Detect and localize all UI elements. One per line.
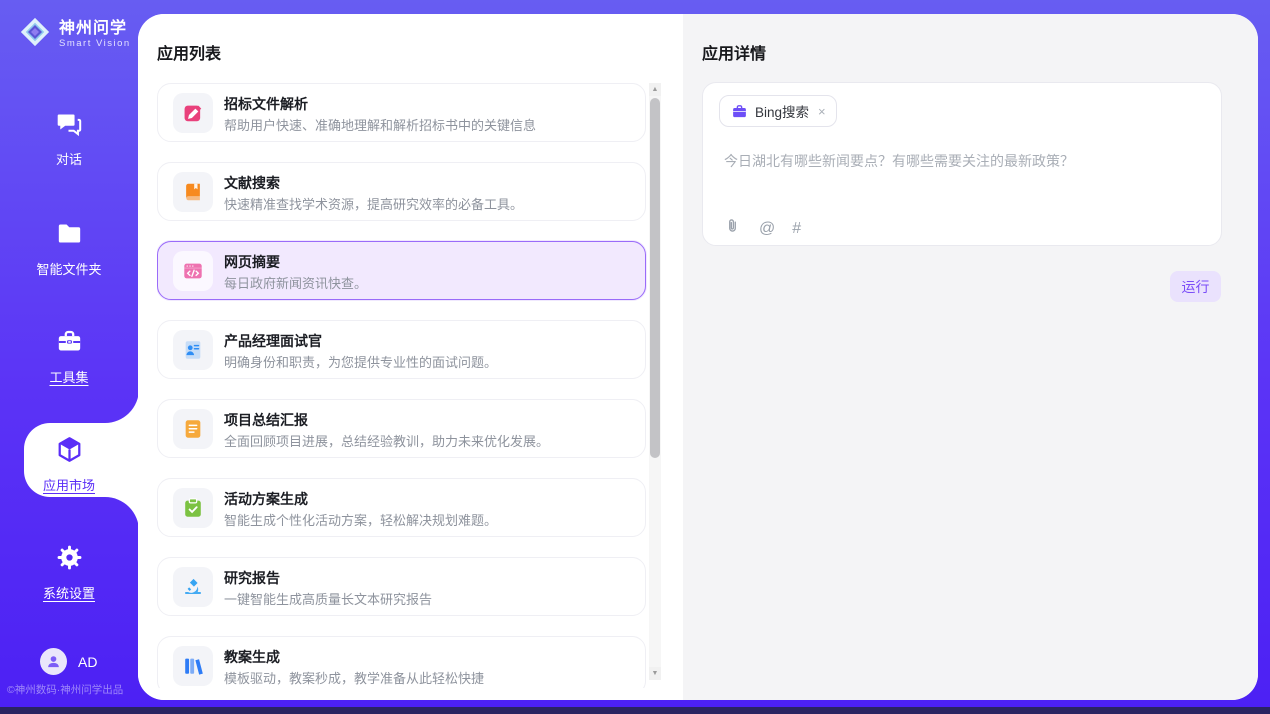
app-card[interactable]: 文献搜索 快速精准查找学术资源，提高研究效率的必备工具。 xyxy=(157,162,646,221)
app-card-description: 一键智能生成高质量长文本研究报告 xyxy=(224,589,432,608)
app-card-description: 每日政府新闻资讯快查。 xyxy=(224,273,367,292)
browser-code-icon xyxy=(173,251,213,291)
scrollbar-up-arrow-icon[interactable]: ▲ xyxy=(649,83,661,96)
sidebar-item-folder[interactable]: 智能文件夹 xyxy=(0,210,138,288)
app-card[interactable]: 活动方案生成 智能生成个性化活动方案，轻松解决规划难题。 xyxy=(157,478,646,537)
edit-icon xyxy=(173,93,213,133)
brand-logo: 神州问学 Smart Vision xyxy=(18,14,131,49)
close-icon[interactable]: × xyxy=(818,104,826,119)
app-card[interactable]: 项目总结汇报 全面回顾项目进展，总结经验教训，助力未来优化发展。 xyxy=(157,399,646,458)
app-card[interactable]: 招标文件解析 帮助用户快速、准确地理解和解析招标书中的关键信息 xyxy=(157,83,646,142)
briefcase-icon xyxy=(731,103,748,120)
app-card-title: 研究报告 xyxy=(224,568,280,588)
at-icon[interactable]: @ xyxy=(759,220,775,238)
user-avatar-icon[interactable] xyxy=(40,648,67,675)
app-card[interactable]: 教案生成 模板驱动，教案秒成，教学准备从此轻松快捷 xyxy=(157,636,646,688)
folder-icon xyxy=(56,220,83,252)
sidebar: 神州问学 Smart Vision 对话 智能文件夹 工具集 应用市场 系统设置… xyxy=(0,0,138,714)
input-toolbar: @# xyxy=(723,217,801,241)
sidebar-item-label: 工具集 xyxy=(49,367,88,386)
main-content: 应用列表 招标文件解析 帮助用户快速、准确地理解和解析招标书中的关键信息 文献搜… xyxy=(138,14,1258,700)
app-card-description: 全面回顾项目进展，总结经验教训，助力未来优化发展。 xyxy=(224,431,549,450)
scrollbar-thumb[interactable] xyxy=(650,98,660,458)
sidebar-item-cube[interactable]: 应用市场 xyxy=(0,426,138,504)
interviewer-icon xyxy=(173,330,213,370)
app-card-title: 活动方案生成 xyxy=(224,489,308,509)
sidebar-item-toolbox[interactable]: 工具集 xyxy=(0,318,138,396)
logo-diamond-icon xyxy=(18,15,52,49)
scrollbar[interactable]: ▲ ▼ xyxy=(649,83,661,680)
app-card-description: 帮助用户快速、准确地理解和解析招标书中的关键信息 xyxy=(224,115,536,134)
books-icon xyxy=(173,646,213,686)
book-icon xyxy=(173,172,213,212)
sidebar-item-gear[interactable]: 系统设置 xyxy=(0,534,138,612)
app-card-description: 模板驱动，教案秒成，教学准备从此轻松快捷 xyxy=(224,668,484,687)
app-card[interactable]: 网页摘要 每日政府新闻资讯快查。 xyxy=(157,241,646,300)
run-button[interactable]: 运行 xyxy=(1170,271,1221,302)
tool-chip-label: Bing搜索 xyxy=(755,101,809,121)
app-detail-panel: 应用详情 Bing搜索 × 今日湖北有哪些新闻要点？有哪些需要关注的最新政策？ … xyxy=(683,14,1258,700)
gear-icon xyxy=(56,544,83,576)
user-account[interactable]: AD xyxy=(40,648,97,675)
query-input[interactable]: 今日湖北有哪些新闻要点？有哪些需要关注的最新政策？ xyxy=(724,151,1202,171)
app-card-title: 招标文件解析 xyxy=(224,94,308,114)
sidebar-item-label: 对话 xyxy=(56,149,82,168)
clipboard-check-icon xyxy=(173,488,213,528)
app-card-title: 文献搜索 xyxy=(224,173,280,193)
sidebar-item-chat[interactable]: 对话 xyxy=(0,100,138,178)
bottom-edge-strip xyxy=(0,707,1270,714)
sidebar-item-label: 系统设置 xyxy=(43,583,95,602)
app-card[interactable]: 产品经理面试官 明确身份和职责，为您提供专业性的面试问题。 xyxy=(157,320,646,379)
scrollbar-down-arrow-icon[interactable]: ▼ xyxy=(649,667,661,680)
hash-icon[interactable]: # xyxy=(792,220,801,238)
toolbox-icon xyxy=(56,328,83,360)
paperclip-icon[interactable] xyxy=(723,217,742,241)
summary-doc-icon xyxy=(173,409,213,449)
app-card-description: 快速精准查找学术资源，提高研究效率的必备工具。 xyxy=(224,194,523,213)
sidebar-item-label: 智能文件夹 xyxy=(36,259,101,278)
app-list: 招标文件解析 帮助用户快速、准确地理解和解析招标书中的关键信息 文献搜索 快速精… xyxy=(157,83,647,688)
app-detail-title: 应用详情 xyxy=(702,40,766,64)
prompt-card: Bing搜索 × 今日湖北有哪些新闻要点？有哪些需要关注的最新政策？ @# xyxy=(702,82,1222,246)
brand-name: 神州问学 xyxy=(59,14,131,38)
sidebar-item-label: 应用市场 xyxy=(43,475,95,494)
app-list-panel: 应用列表 招标文件解析 帮助用户快速、准确地理解和解析招标书中的关键信息 文献搜… xyxy=(138,14,683,700)
microscope-icon xyxy=(173,567,213,607)
app-list-title: 应用列表 xyxy=(157,40,221,64)
app-card-title: 教案生成 xyxy=(224,647,280,667)
brand-tagline: Smart Vision xyxy=(59,38,131,49)
tool-chip-bing-search[interactable]: Bing搜索 × xyxy=(719,95,837,127)
app-card-title: 产品经理面试官 xyxy=(224,331,322,351)
app-card-description: 明确身份和职责，为您提供专业性的面试问题。 xyxy=(224,352,497,371)
chat-icon xyxy=(56,110,83,142)
user-name: AD xyxy=(78,654,97,670)
app-card-description: 智能生成个性化活动方案，轻松解决规划难题。 xyxy=(224,510,497,529)
app-card-title: 项目总结汇报 xyxy=(224,410,308,430)
app-card-title: 网页摘要 xyxy=(224,252,280,272)
cube-icon xyxy=(56,436,83,468)
app-card[interactable]: 研究报告 一键智能生成高质量长文本研究报告 xyxy=(157,557,646,616)
copyright-note: ©神州数码·神州问学出品 xyxy=(7,682,145,697)
